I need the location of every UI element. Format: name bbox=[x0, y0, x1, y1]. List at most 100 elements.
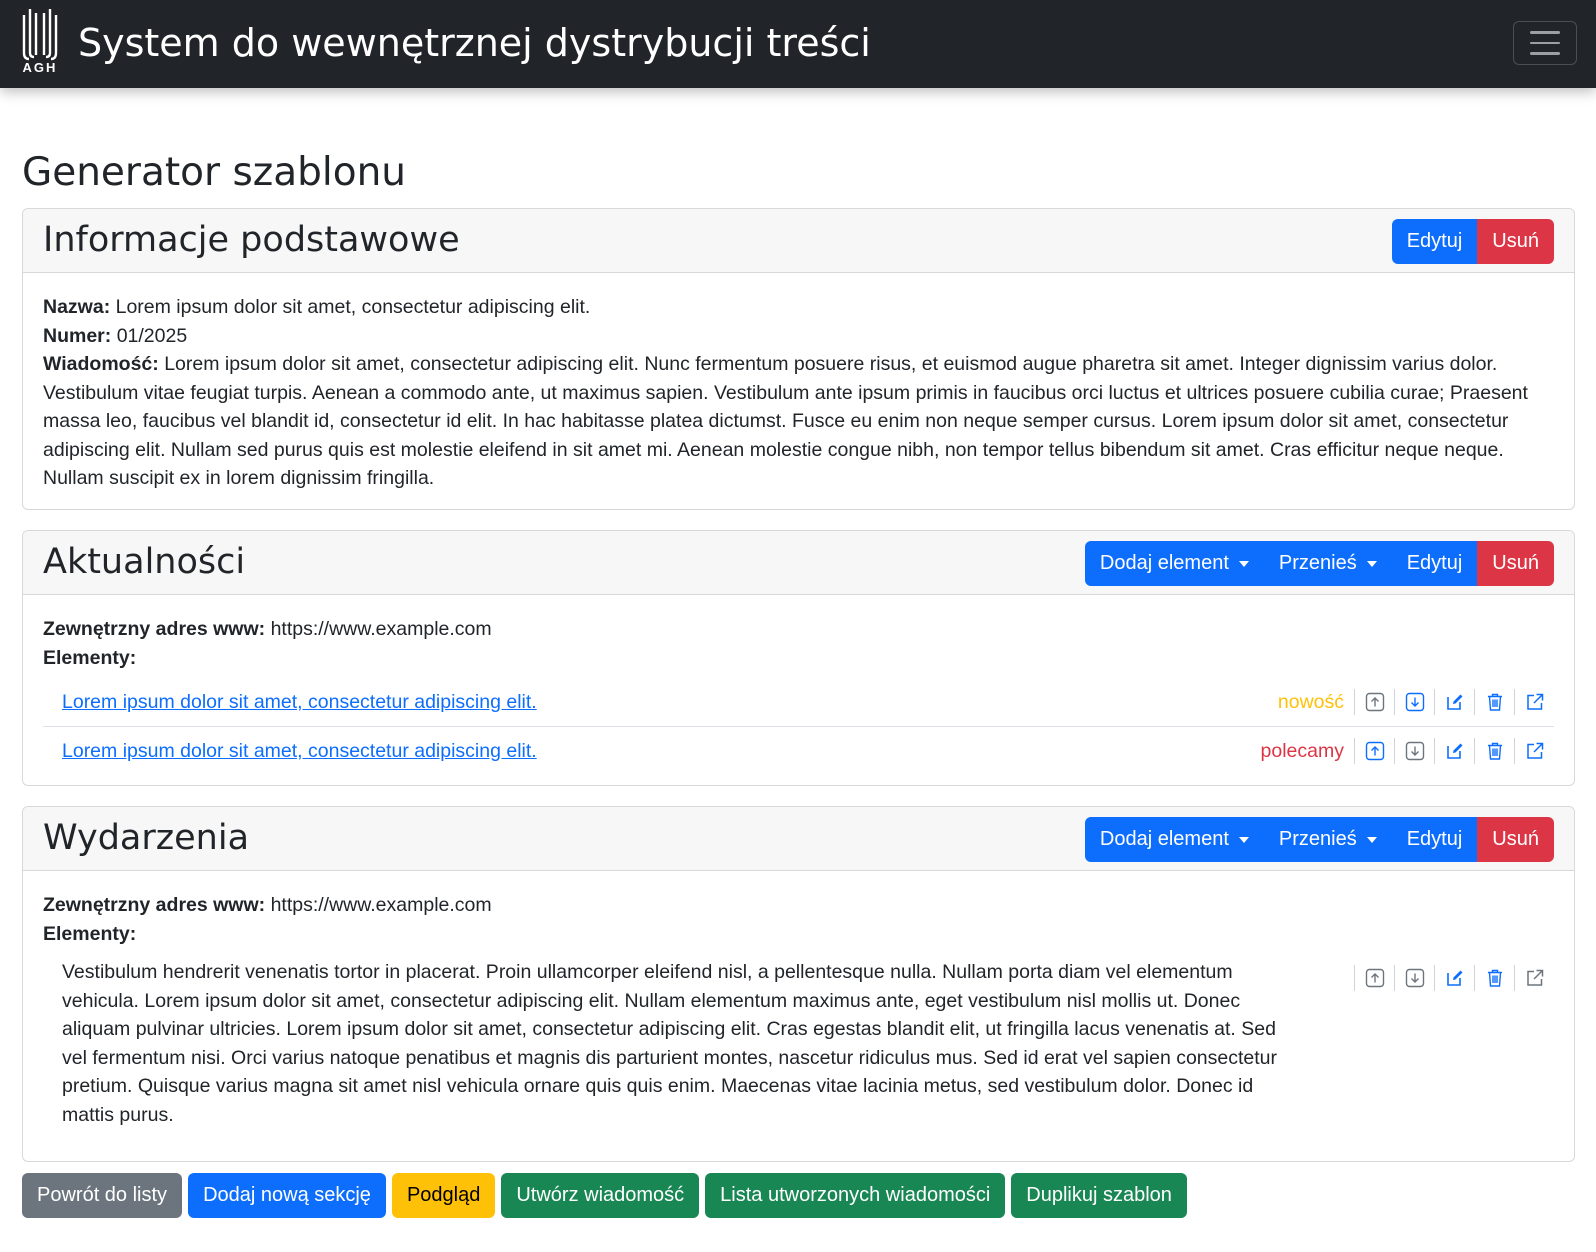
open-external-button[interactable] bbox=[1514, 738, 1554, 764]
edit-element-button[interactable] bbox=[1434, 965, 1474, 991]
add-section-button[interactable]: Dodaj nową sekcję bbox=[188, 1173, 386, 1218]
element-tag: nowość bbox=[1277, 690, 1344, 713]
card-actions: Dodaj element Przenieś Edytuj Usuń bbox=[1084, 541, 1554, 586]
url-value: https://www.example.com bbox=[270, 618, 492, 640]
add-element-label: Dodaj element bbox=[1099, 552, 1229, 574]
section-card-aktualnosci: Aktualności Dodaj element Przenieś Edytu… bbox=[22, 530, 1575, 786]
open-external-button[interactable] bbox=[1514, 965, 1554, 991]
create-message-button[interactable]: Utwórz wiadomość bbox=[501, 1173, 700, 1218]
card-header: Informacje podstawowe Edytuj Usuń bbox=[23, 209, 1574, 273]
move-label: Przenieś bbox=[1278, 552, 1357, 574]
add-element-dropdown[interactable]: Dodaj element bbox=[1084, 817, 1264, 862]
card-header: Wydarzenia Dodaj element Przenieś Edytuj… bbox=[23, 807, 1574, 871]
open-external-button[interactable] bbox=[1514, 689, 1554, 715]
element-link[interactable]: Lorem ipsum dolor sit amet, consectetur … bbox=[62, 688, 537, 717]
message-line: Wiadomość: Lorem ipsum dolor sit amet, c… bbox=[43, 350, 1554, 493]
duplicate-template-button[interactable]: Duplikuj szablon bbox=[1011, 1173, 1187, 1218]
delete-button[interactable]: Usuń bbox=[1477, 541, 1554, 586]
element-actions bbox=[1354, 954, 1554, 1002]
elements-label-line: Elementy: bbox=[43, 920, 1554, 949]
delete-element-button[interactable] bbox=[1474, 689, 1514, 715]
list-item: Lorem ipsum dolor sit amet, consectetur … bbox=[43, 678, 1554, 727]
card-actions: Dodaj element Przenieś Edytuj Usuń bbox=[1084, 817, 1554, 862]
add-element-dropdown[interactable]: Dodaj element bbox=[1084, 541, 1264, 586]
trash-icon bbox=[1487, 742, 1502, 760]
preview-button[interactable]: Podgląd bbox=[391, 1173, 496, 1218]
element-actions: polecamy bbox=[1261, 727, 1554, 775]
back-to-list-button[interactable]: Powrót do listy bbox=[22, 1173, 183, 1218]
element-tag: polecamy bbox=[1260, 739, 1344, 762]
list-item: Lorem ipsum dolor sit amet, consectetur … bbox=[43, 727, 1554, 775]
footer-actions: Powrót do listy Dodaj nową sekcję Podglą… bbox=[22, 1173, 1187, 1218]
move-up-button[interactable] bbox=[1354, 965, 1394, 991]
move-down-button[interactable] bbox=[1394, 689, 1434, 715]
edit-button[interactable]: Edytuj bbox=[1391, 817, 1478, 862]
number-line: Numer: 01/2025 bbox=[43, 322, 1554, 351]
card-body: Nazwa: Lorem ipsum dolor sit amet, conse… bbox=[23, 273, 1574, 493]
move-label: Przenieś bbox=[1278, 828, 1357, 850]
card-title: Wydarzenia bbox=[43, 818, 250, 858]
element-icons bbox=[1354, 965, 1554, 991]
edit-button[interactable]: Edytuj bbox=[1391, 541, 1478, 586]
navbar: AGH System do wewnętrznej dystrybucji tr… bbox=[0, 0, 1596, 88]
arrow-up-icon bbox=[1365, 692, 1384, 712]
external-link-icon bbox=[1526, 742, 1543, 759]
navbar-toggler-button[interactable] bbox=[1513, 21, 1577, 65]
element-link[interactable]: Lorem ipsum dolor sit amet, consectetur … bbox=[62, 737, 537, 766]
move-dropdown[interactable]: Przenieś bbox=[1263, 541, 1392, 586]
edit-icon bbox=[1446, 970, 1462, 986]
move-up-button[interactable] bbox=[1354, 689, 1394, 715]
element-actions: nowość bbox=[1278, 678, 1554, 726]
move-up-button[interactable] bbox=[1354, 738, 1394, 764]
message-value: Lorem ipsum dolor sit amet, consectetur … bbox=[43, 353, 1528, 489]
caret-down-icon bbox=[1238, 560, 1249, 567]
section-card-wydarzenia: Wydarzenia Dodaj element Przenieś Edytuj… bbox=[22, 806, 1575, 1162]
delete-button[interactable]: Usuń bbox=[1477, 219, 1554, 264]
edit-element-button[interactable] bbox=[1434, 738, 1474, 764]
page-title: Generator szablonu bbox=[22, 150, 407, 195]
url-label: Zewnętrzny adres www: bbox=[43, 618, 266, 640]
arrow-down-icon bbox=[1405, 741, 1424, 761]
delete-element-button[interactable] bbox=[1474, 965, 1514, 991]
arrow-down-icon bbox=[1405, 968, 1424, 988]
card-title: Aktualności bbox=[43, 542, 246, 582]
caret-down-icon bbox=[1366, 560, 1377, 567]
hamburger-icon bbox=[1530, 41, 1560, 45]
elements-list: Lorem ipsum dolor sit amet, consectetur … bbox=[43, 678, 1554, 775]
caret-down-icon bbox=[1366, 836, 1377, 843]
list-item: Vestibulum hendrerit venenatis tortor in… bbox=[43, 956, 1554, 1129]
elements-list: Vestibulum hendrerit venenatis tortor in… bbox=[43, 956, 1554, 1129]
app-title[interactable]: System do wewnętrznej dystrybucji treści bbox=[78, 18, 871, 68]
arrow-down-icon bbox=[1405, 692, 1424, 712]
edit-icon bbox=[1446, 743, 1462, 759]
move-down-button[interactable] bbox=[1394, 738, 1434, 764]
external-link-icon bbox=[1526, 693, 1543, 710]
agh-logo[interactable]: AGH bbox=[20, 9, 60, 81]
delete-button[interactable]: Usuń bbox=[1477, 817, 1554, 862]
edit-button[interactable]: Edytuj bbox=[1391, 219, 1478, 264]
arrow-up-icon bbox=[1365, 968, 1384, 988]
message-label: Wiadomość: bbox=[43, 353, 159, 375]
number-label: Numer: bbox=[43, 324, 112, 347]
external-link-icon bbox=[1526, 969, 1543, 986]
url-value: https://www.example.com bbox=[270, 894, 492, 916]
edit-icon bbox=[1446, 694, 1462, 710]
element-icons bbox=[1354, 689, 1554, 715]
move-down-button[interactable] bbox=[1394, 965, 1434, 991]
elements-label-line: Elementy: bbox=[43, 644, 1554, 673]
name-line: Nazwa: Lorem ipsum dolor sit amet, conse… bbox=[43, 293, 1554, 322]
edit-element-button[interactable] bbox=[1434, 689, 1474, 715]
message-list-button[interactable]: Lista utworzonych wiadomości bbox=[705, 1173, 1006, 1218]
basic-info-card: Informacje podstawowe Edytuj Usuń Nazwa:… bbox=[22, 208, 1575, 510]
card-body: Zewnętrzny adres www: https://www.exampl… bbox=[23, 595, 1574, 775]
logo-text: AGH bbox=[22, 60, 58, 75]
number-value: 01/2025 bbox=[116, 324, 188, 347]
element-icons bbox=[1354, 738, 1554, 764]
elements-label: Elementy: bbox=[43, 646, 137, 669]
trash-icon bbox=[1487, 969, 1502, 987]
url-line: Zewnętrzny adres www: https://www.exampl… bbox=[43, 891, 1554, 920]
caret-down-icon bbox=[1238, 836, 1249, 843]
delete-element-button[interactable] bbox=[1474, 738, 1514, 764]
trash-icon bbox=[1487, 693, 1502, 711]
move-dropdown[interactable]: Przenieś bbox=[1263, 817, 1392, 862]
